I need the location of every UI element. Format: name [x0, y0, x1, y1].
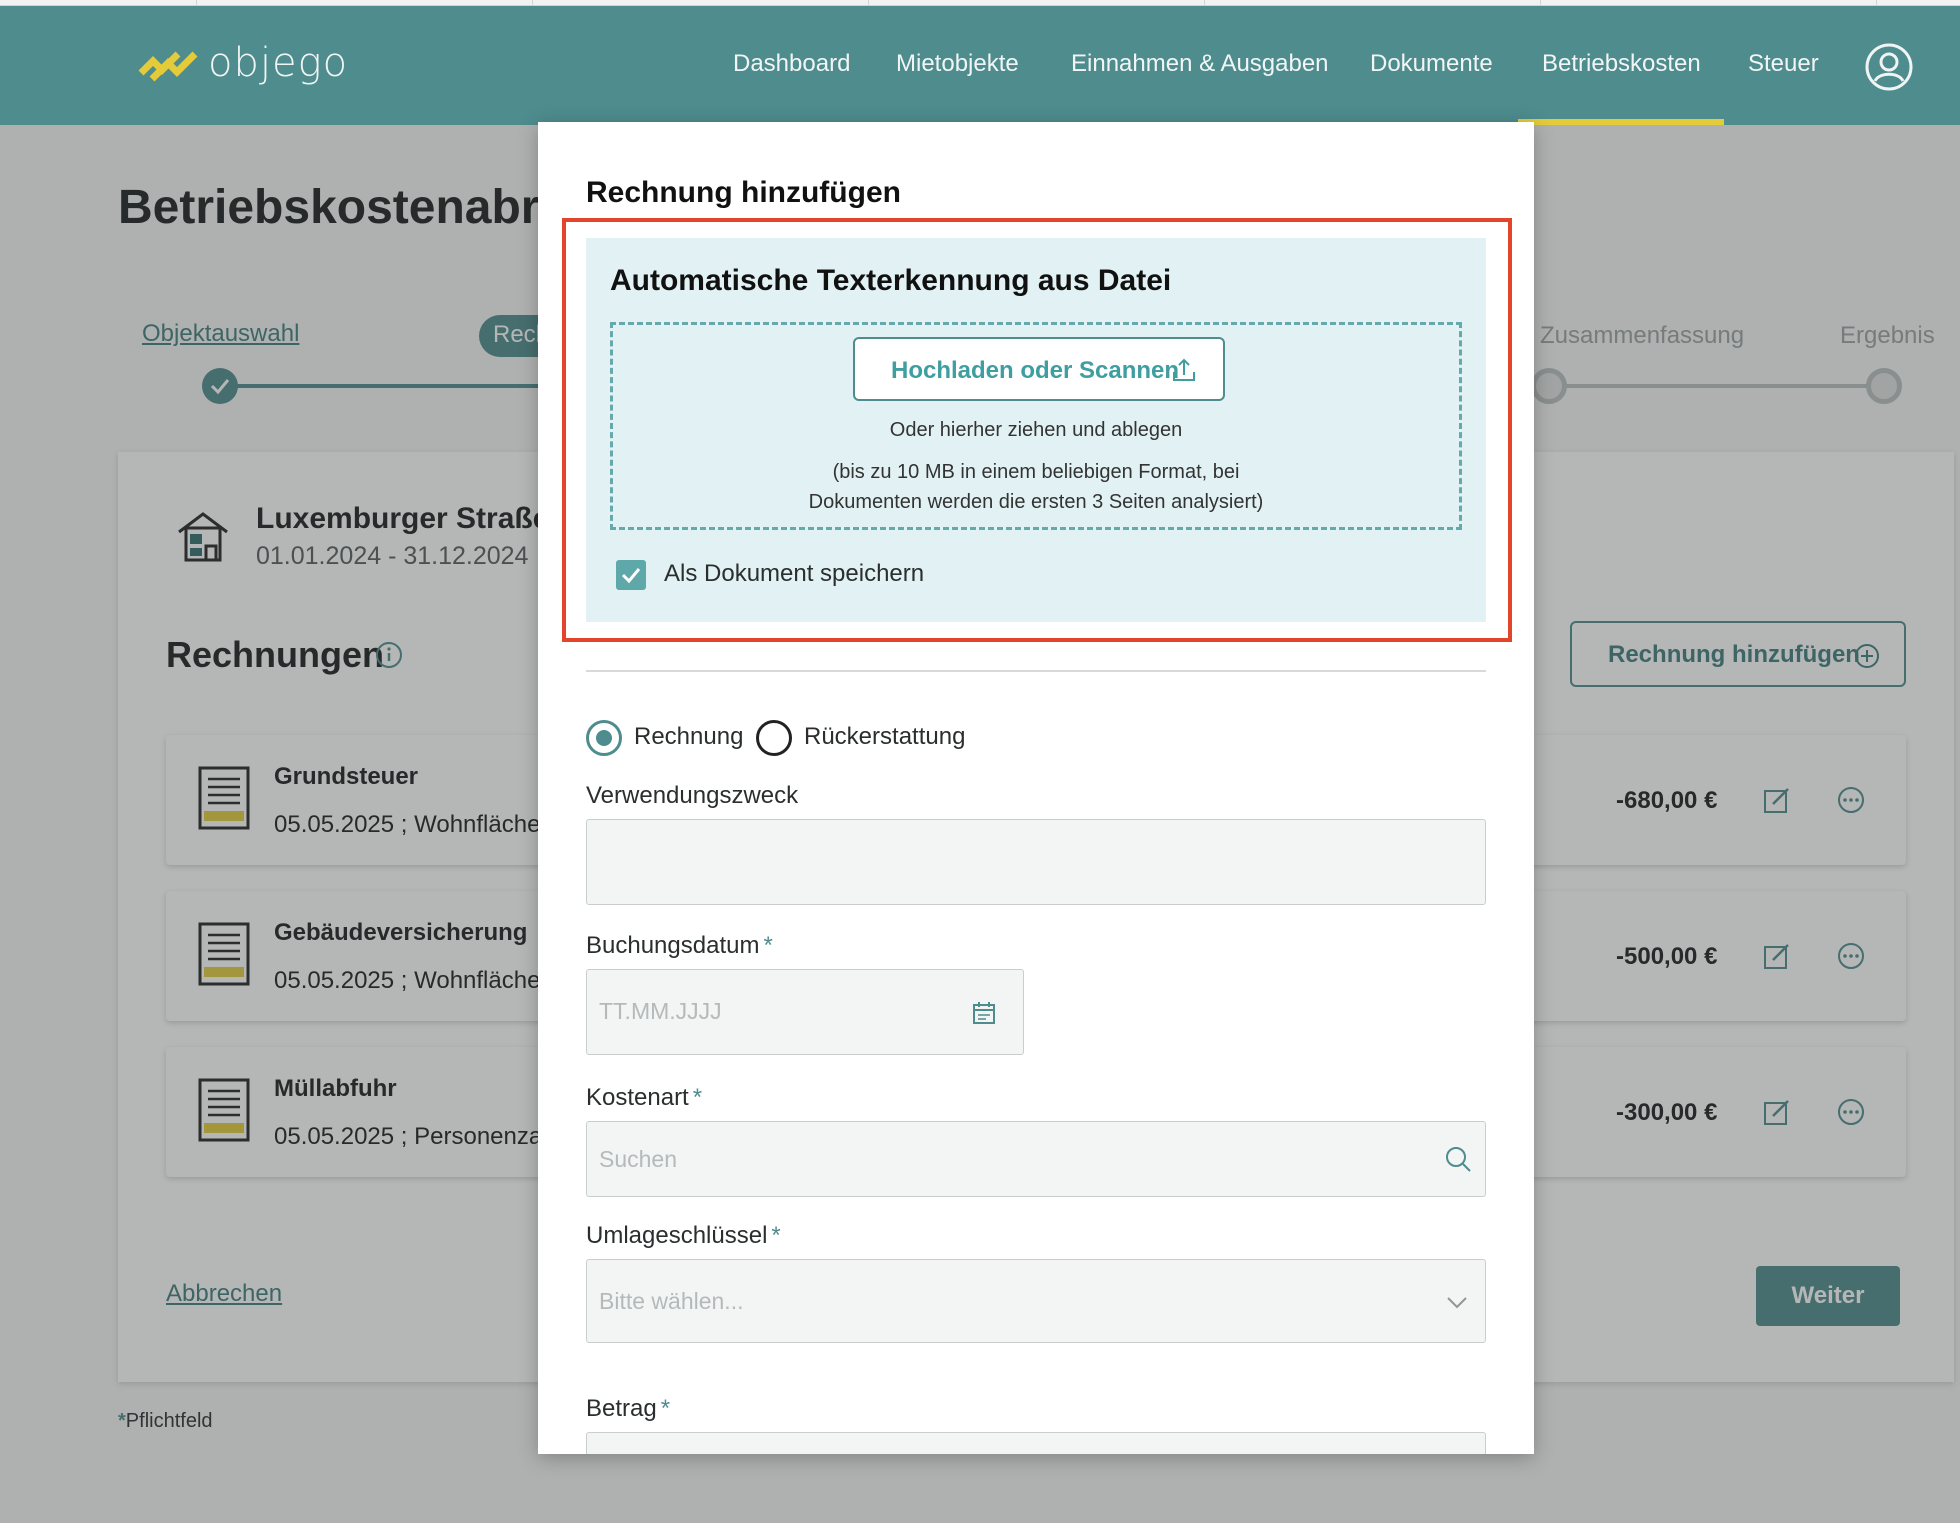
- booking-date-placeholder: TT.MM.JJJJ: [599, 998, 722, 1024]
- logo-icon: [138, 51, 198, 82]
- logo-text: objego: [208, 40, 349, 86]
- radio-rueckerstattung[interactable]: [756, 720, 792, 756]
- radio-label-rechnung: Rechnung: [634, 723, 744, 750]
- cost-type-search-input[interactable]: Suchen: [586, 1121, 1486, 1197]
- required-star: *: [692, 1084, 703, 1111]
- brand-logo[interactable]: objego: [138, 40, 348, 86]
- required-star: *: [660, 1395, 671, 1422]
- chevron-down-icon: [1447, 1297, 1467, 1309]
- allocation-key-label-text: Umlageschlüssel: [586, 1222, 768, 1249]
- amount-input[interactable]: [586, 1432, 1486, 1454]
- top-navigation-bar: objego Dashboard Mietobjekte Einnahmen &…: [0, 6, 1960, 125]
- highlight-annotation-box: [562, 218, 1512, 642]
- amount-label: Betrag *: [586, 1395, 670, 1423]
- allocation-key-label: Umlageschlüssel *: [586, 1222, 781, 1250]
- nav-item-dashboard[interactable]: Dashboard: [733, 50, 850, 78]
- allocation-key-select[interactable]: Bitte wählen...: [586, 1259, 1486, 1343]
- cost-type-placeholder: Suchen: [599, 1146, 678, 1172]
- cost-type-label-text: Kostenart: [586, 1084, 689, 1111]
- required-star: *: [771, 1222, 781, 1249]
- nav-item-steuer[interactable]: Steuer: [1748, 50, 1819, 78]
- cost-type-label: Kostenart *: [586, 1084, 702, 1112]
- purpose-input[interactable]: [586, 819, 1486, 905]
- user-circle-icon[interactable]: [1864, 42, 1914, 92]
- booking-date-label: Buchungsdatum *: [586, 932, 773, 960]
- amount-label-text: Betrag: [586, 1395, 657, 1422]
- nav-item-dokumente[interactable]: Dokumente: [1370, 50, 1493, 78]
- search-icon[interactable]: [1443, 1144, 1473, 1174]
- allocation-key-placeholder: Bitte wählen...: [599, 1288, 744, 1314]
- section-divider: [586, 670, 1486, 672]
- nav-item-einnahmen-ausgaben[interactable]: Einnahmen & Ausgaben: [1071, 50, 1329, 78]
- nav-item-mietobjekte[interactable]: Mietobjekte: [896, 50, 1019, 78]
- required-star: *: [763, 932, 773, 959]
- modal-title: Rechnung hinzufügen: [586, 176, 901, 209]
- radio-label-rueckerstattung: Rückerstattung: [804, 723, 966, 750]
- booking-date-input[interactable]: TT.MM.JJJJ: [586, 969, 1024, 1055]
- booking-date-label-text: Buchungsdatum: [586, 932, 760, 959]
- add-invoice-modal: Rechnung hinzufügen Automatische Texterk…: [538, 122, 1534, 1454]
- nav-item-betriebskosten[interactable]: Betriebskosten: [1542, 50, 1701, 78]
- purpose-label: Verwendungszweck: [586, 782, 799, 809]
- calendar-icon[interactable]: [971, 1000, 997, 1026]
- radio-rechnung[interactable]: [586, 720, 622, 756]
